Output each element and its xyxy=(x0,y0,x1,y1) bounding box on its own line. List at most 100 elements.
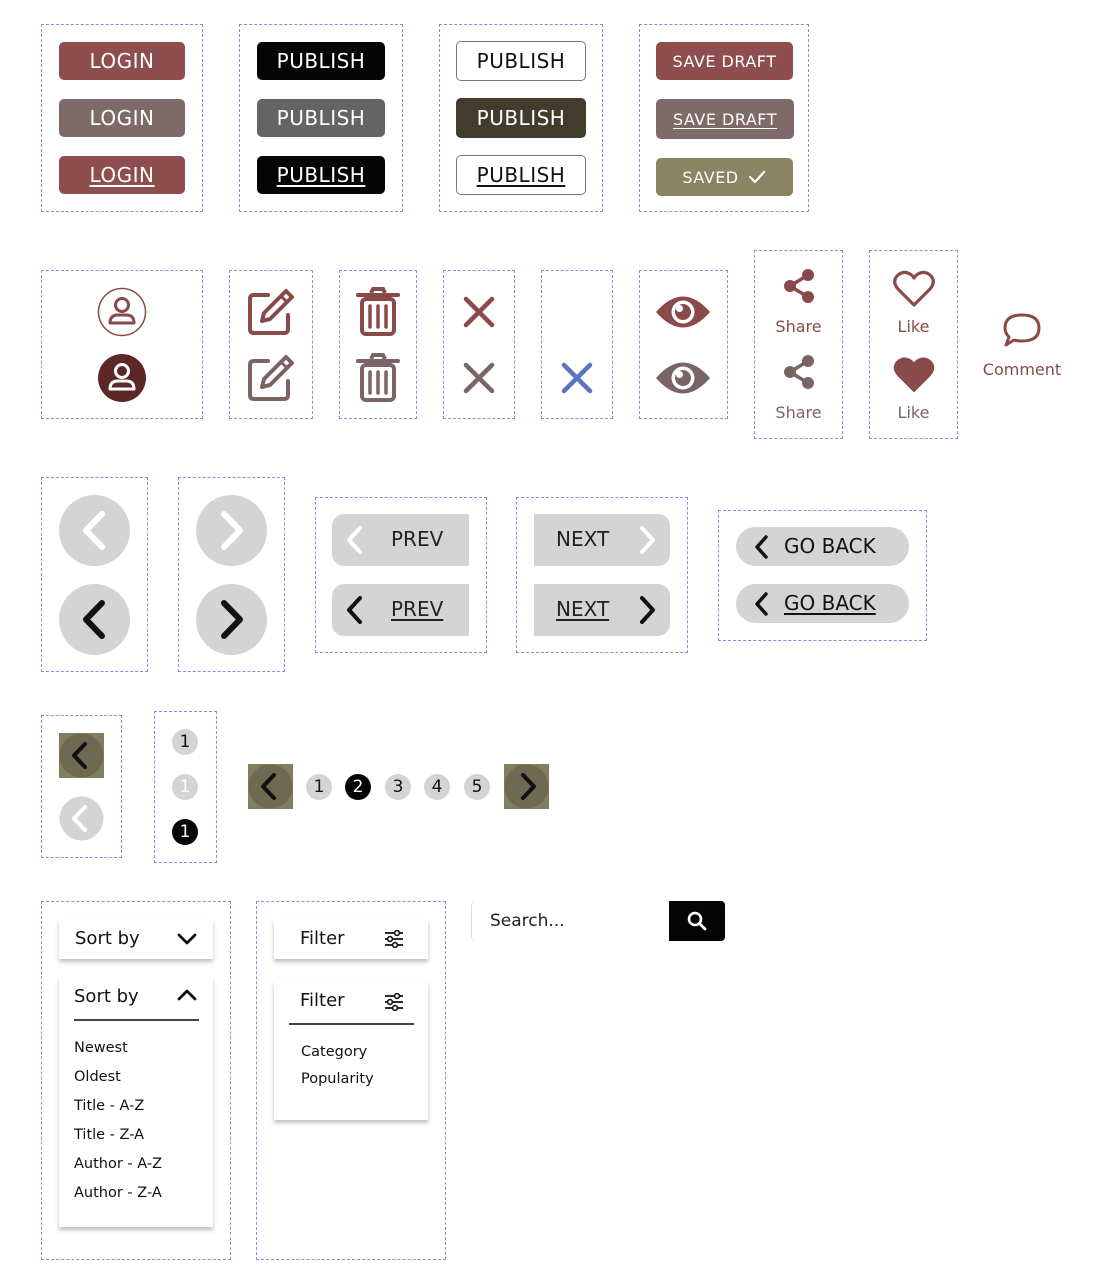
heart-filled-icon xyxy=(893,357,935,392)
filter-label-open: Filter xyxy=(300,990,345,1011)
next-label: NEXT xyxy=(556,527,610,551)
prev-label: PREV xyxy=(391,527,444,551)
publish-outline-button-hover[interactable]: PUBLISH xyxy=(456,98,586,138)
login-button-hover[interactable]: LOGIN xyxy=(59,99,185,137)
share-label: Share xyxy=(775,317,822,336)
chevron-right-icon xyxy=(640,526,655,554)
eye-icon-muted[interactable] xyxy=(655,357,711,399)
saved-button[interactable]: SAVED xyxy=(656,158,793,196)
chevron-right-icon xyxy=(640,596,655,624)
chevron-left-circle-icon xyxy=(248,764,293,809)
filter-divider xyxy=(289,1023,414,1025)
next-button[interactable]: NEXT xyxy=(534,514,670,566)
login-button[interactable]: LOGIN xyxy=(59,42,185,80)
share-icon xyxy=(784,269,814,303)
trash-icon[interactable] xyxy=(356,287,400,337)
user-icon-filled[interactable] xyxy=(97,353,147,403)
search-button[interactable] xyxy=(669,901,725,941)
close-icon-states xyxy=(443,270,515,419)
like-button[interactable]: Like xyxy=(875,268,952,338)
chevron-left-icon xyxy=(347,596,362,624)
chevron-left-circle-icon xyxy=(59,733,104,778)
search-bar xyxy=(471,901,726,941)
sort-option-title-za[interactable]: Title - Z-A xyxy=(74,1127,144,1143)
sort-dropdown-open[interactable]: Sort by Newest Oldest Title - A-Z Title … xyxy=(59,977,213,1227)
pagination-next-button[interactable] xyxy=(504,764,549,809)
sort-option-author-az[interactable]: Author - A-Z xyxy=(74,1156,162,1172)
search-input[interactable] xyxy=(471,901,670,941)
pagination-prev-button[interactable] xyxy=(248,764,293,809)
close-icon[interactable] xyxy=(463,296,495,328)
sort-option-oldest[interactable]: Oldest xyxy=(74,1069,121,1085)
chevron-left-circle-button-active[interactable] xyxy=(59,584,130,655)
page-dot-disabled[interactable]: 1 xyxy=(172,774,198,800)
like-label: Like xyxy=(897,317,930,336)
search-icon xyxy=(687,911,707,931)
filter-dropdown-open[interactable]: Filter Category Popularity xyxy=(274,981,428,1120)
pagination-page-3[interactable]: 3 xyxy=(385,774,411,800)
share-label-muted: Share xyxy=(775,403,822,422)
chevron-left-icon xyxy=(347,526,362,554)
pagination-page-5[interactable]: 5 xyxy=(464,774,490,800)
go-back-label-active: GO BACK xyxy=(784,591,876,615)
filter-label: Filter xyxy=(300,928,345,949)
filter-dropdown-closed[interactable]: Filter xyxy=(274,919,428,959)
chevron-left-icon xyxy=(755,592,768,616)
prev-button-active[interactable]: PREV xyxy=(332,584,469,636)
pager-prev-hover[interactable] xyxy=(59,733,104,778)
chevron-up-icon xyxy=(177,989,197,1001)
sort-option-author-za[interactable]: Author - Z-A xyxy=(74,1185,162,1201)
trash-icon-muted[interactable] xyxy=(356,353,400,403)
prev-button[interactable]: PREV xyxy=(332,514,469,566)
page-dot-active[interactable]: 1 xyxy=(172,819,198,845)
login-button-focus[interactable]: LOGIN xyxy=(59,156,185,194)
share-button[interactable]: Share xyxy=(760,268,837,338)
chevron-left-icon xyxy=(755,535,768,559)
eye-icon[interactable] xyxy=(655,291,711,333)
check-icon xyxy=(748,170,765,184)
edit-icon-muted[interactable] xyxy=(246,353,296,403)
next-label-active: NEXT xyxy=(556,597,610,621)
go-back-label: GO BACK xyxy=(784,534,876,558)
sort-option-newest[interactable]: Newest xyxy=(74,1040,128,1056)
close-icon-blue-states xyxy=(541,270,613,419)
like-button-active[interactable]: Like xyxy=(875,354,952,424)
publish-button-hover[interactable]: PUBLISH xyxy=(257,99,385,137)
go-back-button[interactable]: GO BACK xyxy=(736,527,909,566)
sliders-icon xyxy=(385,993,403,1011)
next-button-active[interactable]: NEXT xyxy=(534,584,670,636)
close-icon-blue[interactable] xyxy=(561,362,593,394)
page-dot-default[interactable]: 1 xyxy=(172,729,198,755)
sort-label-open: Sort by xyxy=(74,986,139,1007)
publish-outline-button-focus[interactable]: PUBLISH xyxy=(456,155,586,195)
publish-outline-button[interactable]: PUBLISH xyxy=(456,41,586,81)
saved-label: SAVED xyxy=(682,167,739,187)
comment-icon xyxy=(1003,313,1041,347)
sort-option-title-az[interactable]: Title - A-Z xyxy=(74,1098,144,1114)
comment-button[interactable]: Comment xyxy=(982,310,1062,382)
chevron-right-circle-button[interactable] xyxy=(196,495,267,566)
share-button-muted[interactable]: Share xyxy=(760,354,837,424)
save-draft-button[interactable]: SAVE DRAFT xyxy=(656,42,793,80)
publish-button[interactable]: PUBLISH xyxy=(257,42,385,80)
pagination-page-4[interactable]: 4 xyxy=(424,774,450,800)
pager-prev-disabled[interactable] xyxy=(59,796,104,841)
chevron-right-circle-icon xyxy=(504,764,549,809)
edit-icon[interactable] xyxy=(246,287,296,337)
user-icon[interactable] xyxy=(97,287,147,337)
save-draft-button-hover[interactable]: SAVE DRAFT xyxy=(656,99,794,139)
publish-button-focus[interactable]: PUBLISH xyxy=(257,156,385,194)
heart-icon xyxy=(893,270,935,307)
filter-option-popularity[interactable]: Popularity xyxy=(301,1071,374,1087)
go-back-button-active[interactable]: GO BACK xyxy=(736,584,909,623)
chevron-left-circle-button[interactable] xyxy=(59,495,130,566)
share-icon-muted xyxy=(784,355,814,389)
pagination-page-2-current[interactable]: 2 xyxy=(345,774,371,800)
pagination-page-1[interactable]: 1 xyxy=(306,774,332,800)
comment-label: Comment xyxy=(982,360,1062,379)
close-icon-muted[interactable] xyxy=(463,362,495,394)
sliders-icon xyxy=(385,930,403,948)
sort-dropdown-closed[interactable]: Sort by xyxy=(59,919,213,959)
filter-option-category[interactable]: Category xyxy=(301,1044,367,1060)
chevron-right-circle-button-active[interactable] xyxy=(196,584,267,655)
